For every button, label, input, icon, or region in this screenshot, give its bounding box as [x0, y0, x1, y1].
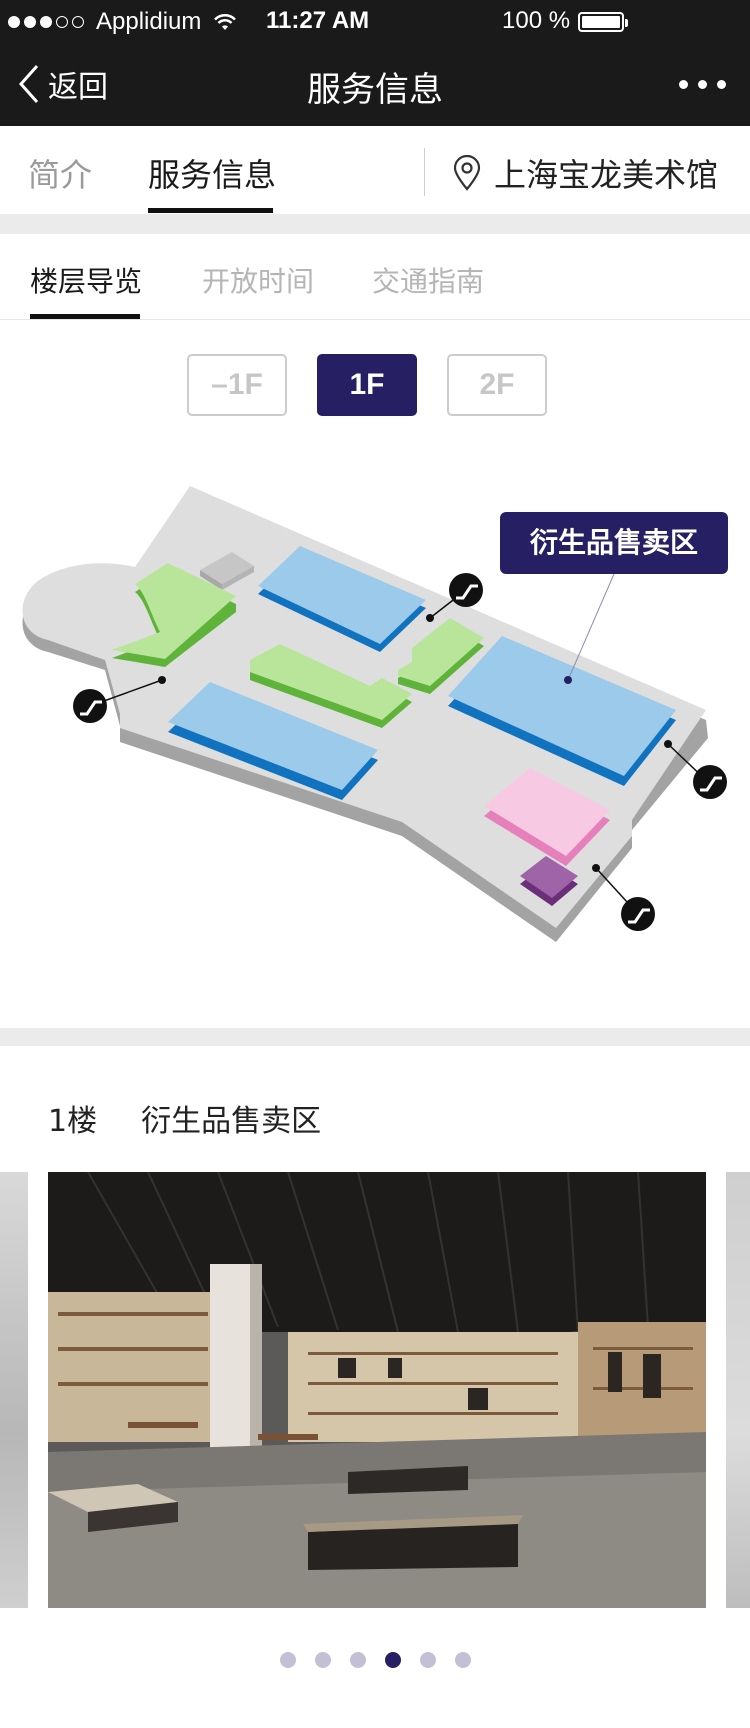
more-icon[interactable]: [679, 80, 726, 89]
floor-button-2f[interactable]: 2F: [447, 354, 547, 416]
area-name: 衍生品售卖区: [141, 1104, 322, 1139]
battery-percent: 100 %: [502, 7, 571, 34]
tab-service-info[interactable]: 服务信息: [148, 150, 276, 196]
page-title: 服务信息: [307, 70, 443, 110]
tab-intro[interactable]: 简介: [28, 150, 92, 196]
carousel-pagination: [0, 1652, 750, 1668]
area-heading: 1楼 衍生品售卖区: [48, 1096, 321, 1140]
tab-opening-hours[interactable]: 开放时间: [202, 260, 314, 300]
floor-button-1f[interactable]: 1F: [317, 354, 417, 416]
clock: 11:27 AM: [266, 7, 370, 34]
escalator-icon[interactable]: [592, 864, 655, 931]
location-button[interactable]: 上海宝龙美术馆: [452, 150, 718, 196]
page-dot[interactable]: [349, 1652, 366, 1668]
page-dot[interactable]: [419, 1652, 436, 1668]
selected-marker: [564, 676, 572, 684]
active-tab-indicator: [148, 208, 273, 213]
battery-icon: [578, 12, 628, 32]
store-interior-image: [48, 1172, 706, 1608]
active-subtab-indicator: [30, 314, 140, 319]
page-dot[interactable]: [454, 1652, 471, 1668]
carousel-prev-photo[interactable]: [0, 1172, 28, 1608]
location-name: 上海宝龙美术馆: [494, 156, 719, 194]
area-floor: 1楼: [48, 1104, 98, 1139]
carrier-name: Applidium: [96, 8, 202, 35]
page-dot-active[interactable]: [384, 1652, 401, 1668]
area-photo[interactable]: [48, 1172, 706, 1608]
section-divider: [0, 214, 750, 234]
wifi-icon: [214, 14, 237, 30]
divider: [424, 148, 425, 196]
page-dot[interactable]: [279, 1652, 296, 1668]
signal-strength: Applidium: [8, 8, 237, 36]
carousel-next-photo[interactable]: [726, 1172, 750, 1608]
tab-transport-guide[interactable]: 交通指南: [372, 260, 484, 300]
sub-tabs: 楼层导览 开放时间 交通指南: [0, 234, 750, 320]
top-tabs: 简介 服务信息 上海宝龙美术馆: [0, 126, 750, 214]
status-bar: Applidium 11:27 AM 100 %: [0, 0, 750, 42]
section-divider: [0, 1028, 750, 1046]
tab-floor-guide[interactable]: 楼层导览: [30, 260, 142, 300]
selected-area-tag: 衍生品售卖区: [500, 512, 728, 574]
location-pin-icon: [453, 155, 481, 191]
floor-button-b1[interactable]: –1F: [187, 354, 287, 416]
page-dot[interactable]: [314, 1652, 331, 1668]
nav-bar: 返回 服务信息: [0, 42, 750, 126]
